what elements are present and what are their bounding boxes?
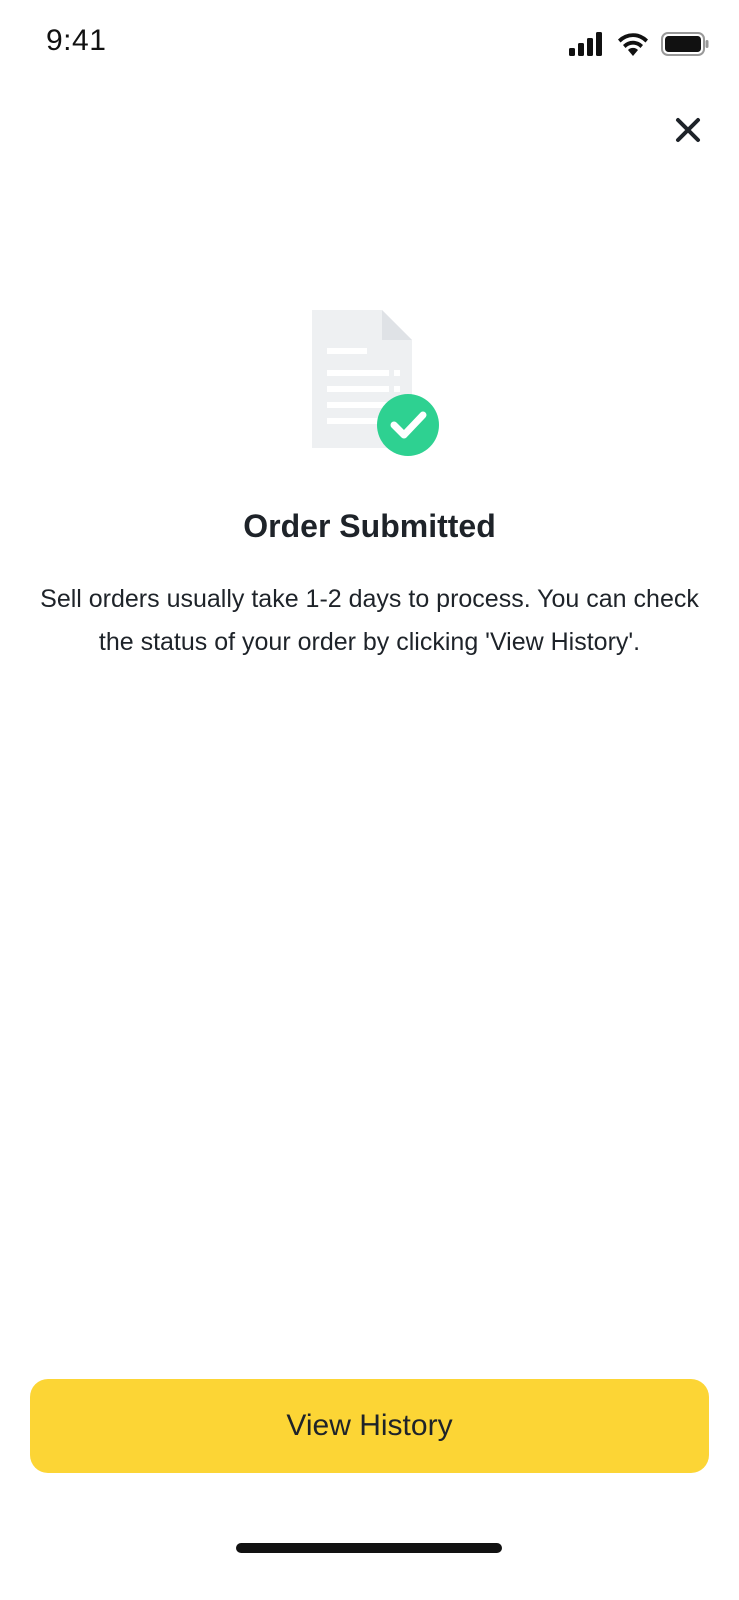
page-title: Order Submitted — [243, 508, 496, 544]
document-check-icon — [312, 310, 439, 456]
close-button[interactable] — [670, 112, 706, 148]
cellular-signal-icon — [569, 32, 602, 56]
order-description: Sell orders usually take 1-2 days to pro… — [40, 585, 699, 656]
view-history-button[interactable]: View History — [30, 1379, 709, 1473]
status-time: 9:41 — [46, 24, 107, 57]
status-icons — [569, 30, 709, 58]
close-icon — [676, 118, 700, 142]
status-bar: 9:41 — [0, 0, 739, 90]
order-illustration — [312, 310, 452, 460]
wifi-icon — [618, 33, 648, 56]
battery-icon — [661, 32, 709, 56]
home-indicator — [236, 1543, 502, 1553]
